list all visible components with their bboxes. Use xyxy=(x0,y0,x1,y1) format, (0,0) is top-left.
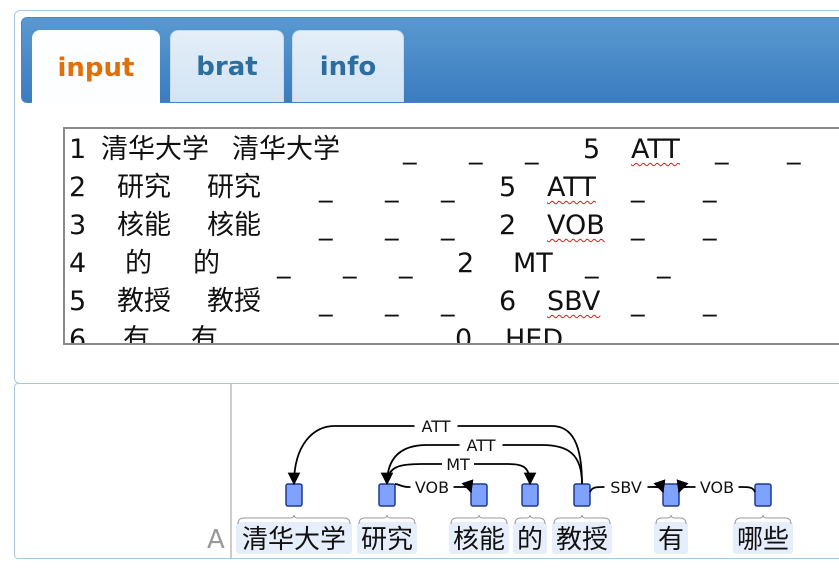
token-text: 核能 xyxy=(453,525,505,555)
conll-field: 5 xyxy=(583,134,601,165)
arc-label: ATT xyxy=(422,417,451,436)
conll-field: 清华大学 xyxy=(101,134,209,165)
arc-label: VOB xyxy=(415,478,449,497)
token-node xyxy=(521,483,539,507)
token-node xyxy=(378,483,396,507)
conll-field: _ xyxy=(319,172,333,203)
conll-field: 2 xyxy=(457,248,475,279)
conll-field: _ xyxy=(399,248,413,279)
tab-bar: input brat info xyxy=(21,17,839,104)
dependency-graph: A 清华大学 研究 核能的教授有哪些ATTATTMTVOB SBV VOB xyxy=(207,384,793,558)
conll-input-textarea[interactable]: 1 清华大学 清华大学 _ _ _ 5 ATT _ _ 2 研究 研究 _ _ _ 5 ATT _ _ 3 核能 核能 _ _ _… xyxy=(63,127,839,345)
conll-field: 6 xyxy=(69,324,87,345)
tab-input[interactable]: input xyxy=(32,30,160,104)
conll-field: 研究 xyxy=(207,172,261,203)
conll-field: _ xyxy=(631,210,645,241)
conll-field: 4 xyxy=(69,248,87,279)
conll-field: 1 xyxy=(69,134,87,165)
conll-field: _ xyxy=(319,286,333,317)
conll-field: 5 xyxy=(69,286,87,317)
arc-label: VOB xyxy=(700,478,734,497)
conll-field: 0 xyxy=(455,324,473,345)
conll-field: 的 xyxy=(125,248,152,279)
conll-field: 2 xyxy=(69,172,87,203)
conll-field: 6 xyxy=(499,286,517,317)
conll-field: HED xyxy=(505,324,564,345)
conll-field: _ xyxy=(385,286,399,317)
arc-label: SBV xyxy=(610,478,642,497)
conll-field: _ xyxy=(277,248,291,279)
conll-field: 核能 xyxy=(117,210,171,241)
conll-field: _ xyxy=(441,286,455,317)
conll-field: _ xyxy=(787,134,801,165)
conll-field: _ xyxy=(469,134,483,165)
token-text: 哪些 xyxy=(737,525,789,555)
conll-field: 教授 xyxy=(117,286,171,317)
conll-field: _ xyxy=(441,210,455,241)
token-text: 有 xyxy=(658,525,684,555)
conll-field: _ xyxy=(319,210,333,241)
conll-field: _ xyxy=(657,248,671,279)
conll-field: _ xyxy=(399,324,413,345)
conll-field: 的 xyxy=(193,248,220,279)
conll-field: _ xyxy=(441,172,455,203)
conll-field: 研究 xyxy=(117,172,171,203)
token-text: 教授 xyxy=(556,525,608,555)
conll-field: _ xyxy=(277,324,291,345)
conll-field: _ xyxy=(703,210,717,241)
conll-field: 5 xyxy=(499,172,517,203)
conll-field: SBV xyxy=(547,286,601,317)
conll-field: 清华大学 xyxy=(232,134,340,165)
arc-label: MT xyxy=(446,455,470,474)
token-node xyxy=(470,483,488,507)
conll-field: _ xyxy=(631,172,645,203)
sentence-number: A xyxy=(207,525,225,555)
conll-field: _ xyxy=(403,134,417,165)
conll-field: _ xyxy=(715,134,729,165)
tab-brat[interactable]: brat xyxy=(170,30,284,102)
conll-field: 教授 xyxy=(207,286,261,317)
arc-label: ATT xyxy=(467,436,496,455)
conll-field: _ xyxy=(343,324,357,345)
conll-field: _ xyxy=(631,286,645,317)
conll-field: _ xyxy=(703,286,717,317)
token-text: 研究 xyxy=(361,525,413,555)
conll-field: VOB xyxy=(547,210,605,241)
conll-field: 有 xyxy=(123,324,150,345)
token-text: 清华大学 xyxy=(242,525,346,555)
conll-field: ATT xyxy=(631,134,680,165)
token-node xyxy=(285,483,303,507)
token-node xyxy=(573,483,591,507)
conll-field: 核能 xyxy=(207,210,261,241)
conll-field: _ xyxy=(385,210,399,241)
token-node xyxy=(662,483,680,507)
editor-panel: input brat info 1 清华大学 清华大学 _ _ _ 5 ATT _ _ 2 研究 研究 _… xyxy=(14,10,839,384)
conll-field: _ xyxy=(385,172,399,203)
conll-field: 有 xyxy=(191,324,218,345)
conll-field: 3 xyxy=(69,210,87,241)
conll-field: _ xyxy=(585,248,599,279)
conll-field: _ xyxy=(525,134,539,165)
dependency-visualization: A 清华大学 研究 核能的教授有哪些 ATT ATT MT VOB SBV VOB xyxy=(14,383,839,559)
conll-field: MT xyxy=(513,248,553,279)
conll-field: _ xyxy=(343,248,357,279)
conll-field: ATT xyxy=(547,172,596,203)
tab-info[interactable]: info xyxy=(292,30,404,102)
token-text: 的 xyxy=(517,525,543,555)
conll-field: 2 xyxy=(499,210,517,241)
token-node xyxy=(754,483,772,507)
conll-field: _ xyxy=(703,172,717,203)
